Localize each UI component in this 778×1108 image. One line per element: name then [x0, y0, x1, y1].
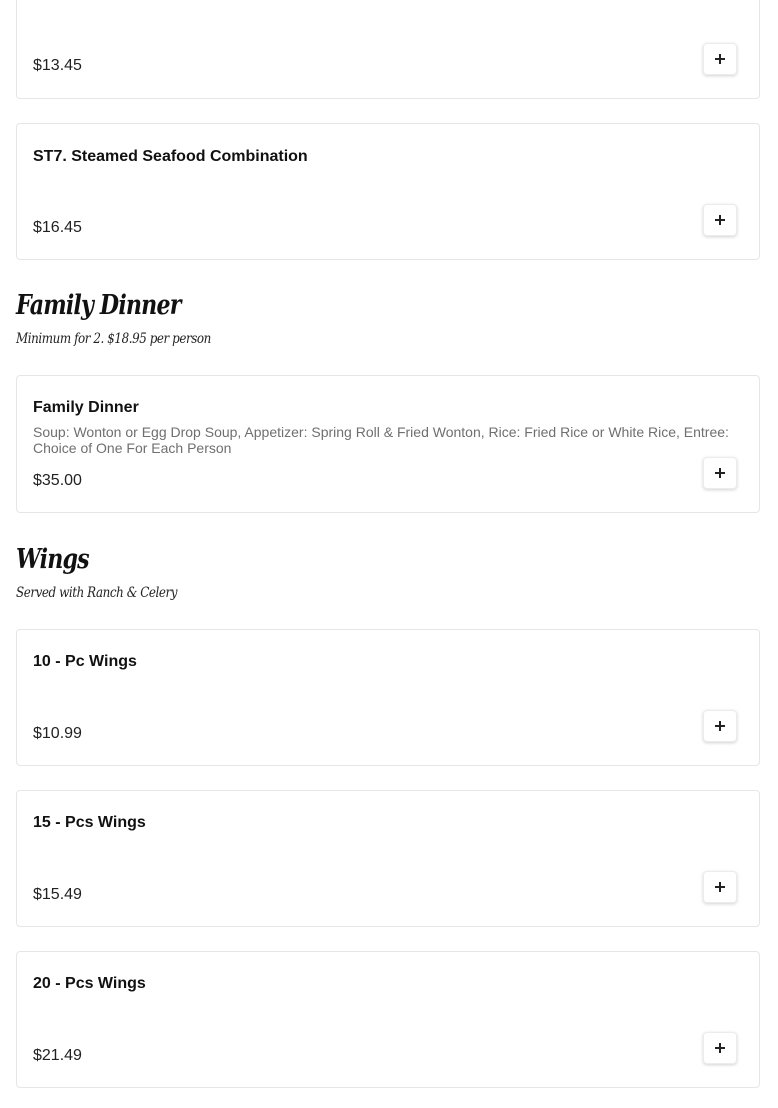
- menu-item-card[interactable]: ST7. Steamed Seafood Combination $16.45: [16, 123, 760, 260]
- item-description: Soup: Wonton or Egg Drop Soup, Appetizer…: [33, 424, 729, 456]
- item-name: 20 - Pcs Wings: [33, 975, 146, 992]
- section-title-wings: Wings: [16, 544, 90, 575]
- menu-item-card[interactable]: 15 - Pcs Wings $15.49: [16, 790, 760, 927]
- plus-icon: [715, 468, 725, 478]
- item-name: 10 - Pc Wings: [33, 653, 137, 670]
- menu-item-card[interactable]: $13.45: [16, 0, 760, 99]
- item-name: Family Dinner: [33, 399, 139, 416]
- plus-icon: [715, 721, 725, 731]
- add-item-button[interactable]: [703, 457, 737, 489]
- item-price: $21.49: [33, 1047, 82, 1064]
- plus-icon: [715, 1043, 725, 1053]
- add-item-button[interactable]: [703, 204, 737, 236]
- item-price: $15.49: [33, 886, 82, 903]
- section-subtitle-family-dinner: Minimum for 2. $18.95 per person: [16, 331, 211, 347]
- menu-item-card[interactable]: 20 - Pcs Wings $21.49: [16, 951, 760, 1088]
- add-item-button[interactable]: [703, 43, 737, 75]
- item-price: $10.99: [33, 725, 82, 742]
- plus-icon: [715, 882, 725, 892]
- item-price: $35.00: [33, 472, 82, 489]
- menu-page: $13.45 ST7. Steamed Seafood Combination …: [0, 0, 778, 1108]
- section-title-family-dinner: Family Dinner: [16, 290, 181, 321]
- item-name: ST7. Steamed Seafood Combination: [33, 148, 308, 165]
- item-price: $13.45: [33, 57, 82, 74]
- item-price: $16.45: [33, 219, 82, 236]
- menu-item-card[interactable]: Family Dinner Soup: Wonton or Egg Drop S…: [16, 375, 760, 513]
- item-name: 15 - Pcs Wings: [33, 814, 146, 831]
- plus-icon: [715, 215, 725, 225]
- section-subtitle-wings: Served with Ranch & Celery: [16, 585, 178, 601]
- menu-item-card[interactable]: 10 - Pc Wings $10.99: [16, 629, 760, 766]
- add-item-button[interactable]: [703, 710, 737, 742]
- add-item-button[interactable]: [703, 1032, 737, 1064]
- plus-icon: [715, 54, 725, 64]
- add-item-button[interactable]: [703, 871, 737, 903]
